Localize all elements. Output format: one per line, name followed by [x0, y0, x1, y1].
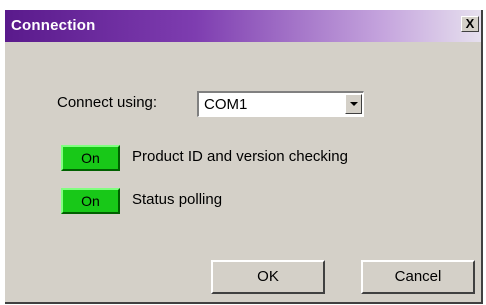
- status-polling-toggle[interactable]: On: [61, 188, 120, 214]
- connection-dialog: Connection X Connect using: COM1 On Prod…: [5, 10, 483, 304]
- connect-using-select[interactable]: COM1: [197, 91, 364, 117]
- product-id-check-toggle[interactable]: On: [61, 145, 120, 171]
- cancel-button[interactable]: Cancel: [361, 260, 475, 294]
- product-id-check-label: Product ID and version checking: [132, 148, 348, 165]
- close-icon: X: [465, 16, 475, 31]
- status-polling-label: Status polling: [132, 191, 223, 208]
- ok-button[interactable]: OK: [211, 260, 325, 294]
- chevron-down-icon[interactable]: [345, 94, 362, 114]
- close-button[interactable]: X: [461, 16, 479, 32]
- window-title: Connection: [11, 17, 96, 34]
- connect-using-value: COM1: [204, 96, 248, 113]
- title-bar[interactable]: Connection X: [5, 10, 481, 42]
- connect-using-label: Connect using:: [57, 94, 158, 111]
